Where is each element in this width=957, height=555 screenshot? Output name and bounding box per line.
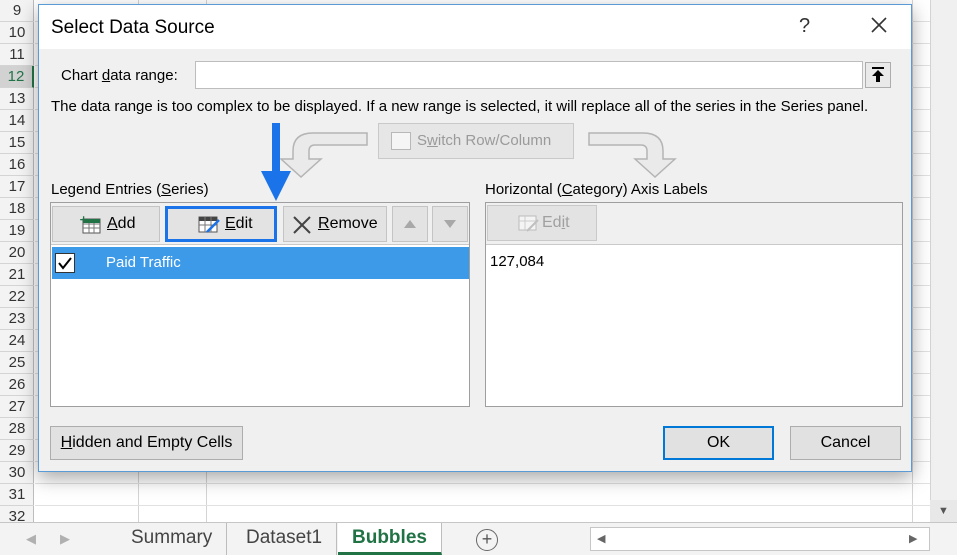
row-gridline (35, 483, 930, 484)
axis-labels-panel: Edit 127,084 (485, 202, 903, 407)
axis-label-item[interactable]: 127,084 (490, 253, 544, 270)
series-name: Paid Traffic (106, 254, 181, 271)
row-header[interactable]: 21 (0, 264, 34, 286)
add-series-button[interactable]: + Add (52, 206, 160, 242)
triangle-down-icon (444, 220, 456, 228)
legend-entries-heading: Legend Entries (Series) (51, 181, 209, 198)
edit-table-icon (518, 215, 539, 232)
move-up-button[interactable] (392, 206, 428, 242)
row-header[interactable]: 31 (0, 484, 34, 506)
row-header[interactable]: 17 (0, 176, 34, 198)
curved-arrow-right-icon (588, 132, 677, 179)
row-header[interactable]: 12 (0, 66, 34, 88)
scroll-down-arrow-icon[interactable]: ▼ (930, 500, 957, 522)
legend-toolbar: + Add Edit Remove (51, 203, 469, 245)
row-header[interactable]: 10 (0, 22, 34, 44)
chart-data-range-label: Chart data range: (61, 67, 178, 84)
edit-axis-labels-button[interactable]: Edit (487, 205, 597, 241)
scroll-right-arrow-icon[interactable]: ▶ (909, 532, 917, 545)
info-message: The data range is too complex to be disp… (51, 98, 869, 115)
row-header[interactable]: 28 (0, 418, 34, 440)
switch-icon (391, 132, 411, 150)
tab-bubbles[interactable]: Bubbles (338, 523, 442, 555)
row-header[interactable]: 25 (0, 352, 34, 374)
axis-labels-heading: Horizontal (Category) Axis Labels (485, 181, 708, 198)
remove-x-icon (293, 216, 311, 234)
tab-scroll-left-icon[interactable]: ◀ (26, 531, 36, 547)
checkmark-icon (58, 257, 72, 270)
edit-series-button[interactable]: Edit (165, 206, 277, 242)
range-collapse-button[interactable] (865, 62, 891, 88)
row-header[interactable]: 11 (0, 44, 34, 66)
row-header[interactable]: 18 (0, 198, 34, 220)
row-header[interactable]: 22 (0, 286, 34, 308)
row-header[interactable]: 15 (0, 132, 34, 154)
row-header[interactable]: 26 (0, 374, 34, 396)
row-header[interactable]: 19 (0, 220, 34, 242)
sheet-tabs-bar: ◀ ▶ Summary Dataset1 Bubbles + ◀ ▶ (0, 522, 957, 555)
axis-toolbar: Edit (486, 203, 902, 245)
row-header[interactable]: 24 (0, 330, 34, 352)
add-sheet-button[interactable]: + (476, 529, 498, 551)
legend-entries-panel: + Add Edit Remove Paid Traffic (50, 202, 470, 407)
row-headers: 9 10 11 12 13 14 15 16 17 18 19 20 21 22 23 24 25 26 27 28 2… (0, 0, 34, 528)
add-table-icon: + (79, 214, 101, 234)
move-down-button[interactable] (432, 206, 468, 242)
vertical-scrollbar[interactable] (930, 0, 957, 522)
row-header[interactable]: 9 (0, 0, 34, 22)
svg-text:+: + (79, 214, 88, 226)
row-header[interactable]: 30 (0, 462, 34, 484)
tab-summary[interactable]: Summary (117, 523, 228, 555)
upload-arrow-icon (872, 67, 884, 82)
triangle-up-icon (404, 220, 416, 228)
help-button[interactable]: ? (799, 15, 810, 38)
horizontal-scrollbar[interactable]: ◀ ▶ (590, 527, 930, 551)
row-header[interactable]: 29 (0, 440, 34, 462)
cancel-button[interactable]: Cancel (790, 426, 901, 460)
remove-series-button[interactable]: Remove (283, 206, 387, 242)
series-checkbox[interactable] (55, 253, 75, 273)
close-icon (871, 17, 887, 33)
series-list-item[interactable]: Paid Traffic (52, 247, 469, 279)
row-header[interactable]: 14 (0, 110, 34, 132)
row-gridline (35, 505, 930, 506)
dialog-title: Select Data Source (51, 17, 215, 38)
close-button[interactable] (865, 11, 893, 39)
scroll-left-arrow-icon[interactable]: ◀ (597, 532, 605, 545)
ok-button[interactable]: OK (663, 426, 774, 460)
row-header[interactable]: 27 (0, 396, 34, 418)
row-header[interactable]: 13 (0, 88, 34, 110)
hidden-empty-cells-button[interactable]: Hidden and Empty Cells (50, 426, 243, 460)
switch-row-column-button[interactable]: Switch Row/Column (378, 123, 574, 159)
tab-dataset1[interactable]: Dataset1 (232, 523, 338, 555)
row-header[interactable]: 20 (0, 242, 34, 264)
select-data-source-dialog: Select Data Source ? Chart data range: T… (38, 4, 912, 472)
annotation-arrow-icon (261, 123, 291, 201)
row-header[interactable]: 23 (0, 308, 34, 330)
tab-scroll-right-icon[interactable]: ▶ (60, 531, 70, 547)
row-header[interactable]: 16 (0, 154, 34, 176)
edit-table-icon (198, 216, 220, 233)
column-gridline (912, 0, 913, 522)
chart-data-range-input[interactable] (195, 61, 863, 89)
